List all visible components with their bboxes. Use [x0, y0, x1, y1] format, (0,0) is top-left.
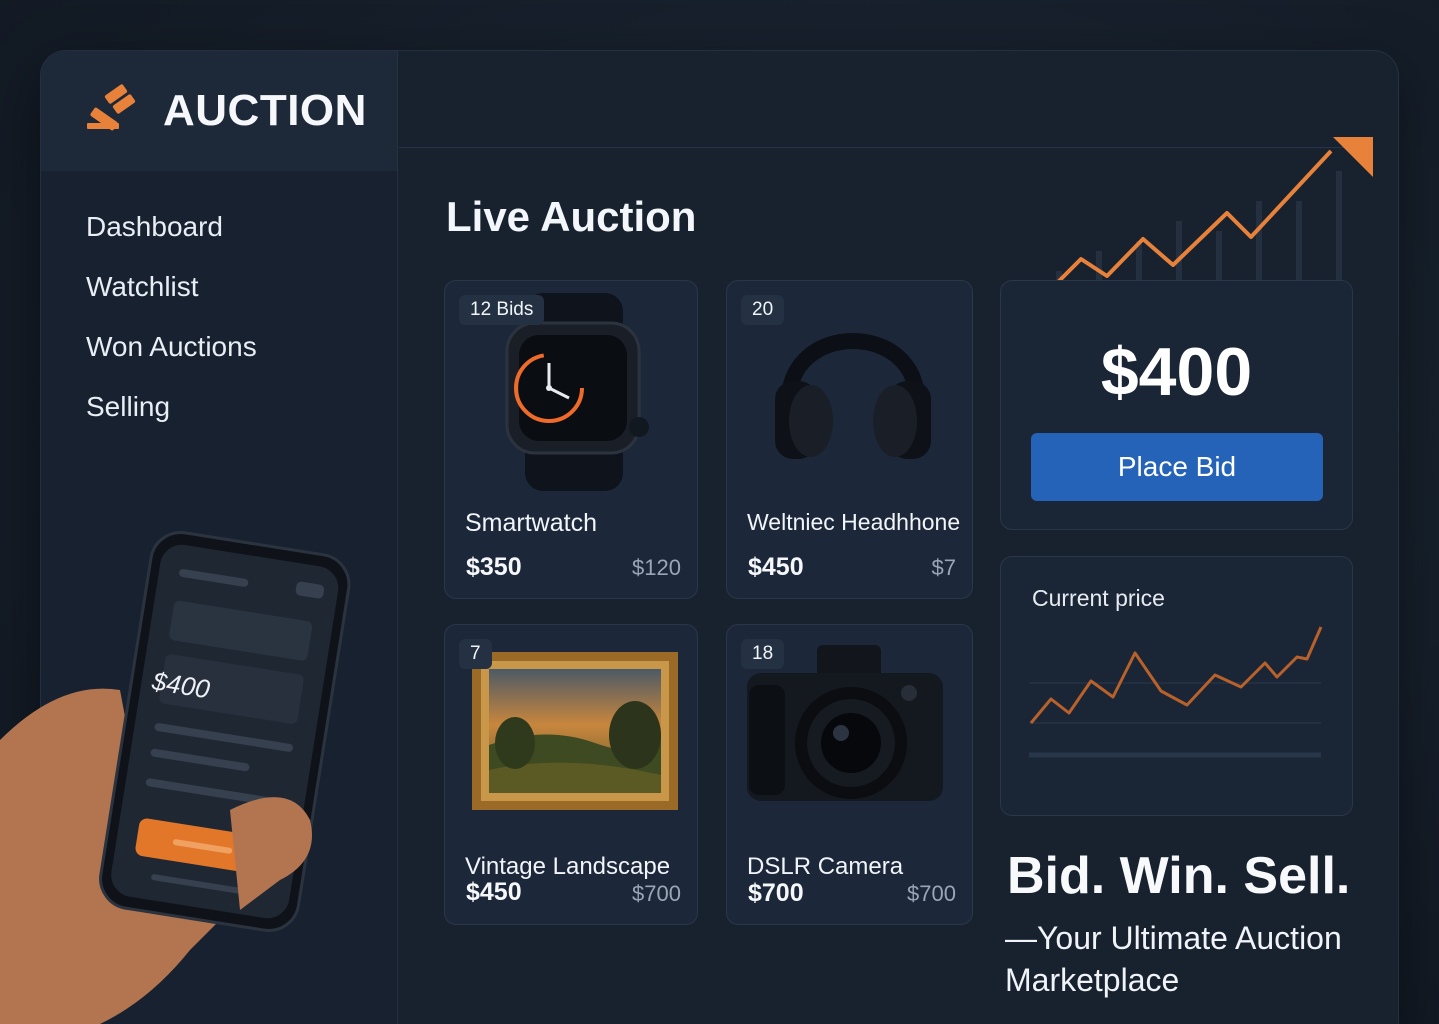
sidebar-item-watchlist[interactable]: Watchlist: [86, 267, 397, 327]
bid-count-badge: 7: [459, 639, 492, 669]
tagline-headline: Bid. Win. Sell.: [1007, 847, 1351, 905]
sidebar-item-won-auctions[interactable]: Won Auctions: [86, 327, 397, 387]
item-price: $700: [748, 879, 804, 907]
sidebar-item-dashboard[interactable]: Dashboard: [86, 207, 397, 267]
place-bid-button[interactable]: Place Bid: [1031, 433, 1323, 501]
current-price-label: Current price: [1032, 585, 1165, 611]
item-price: $450: [748, 553, 804, 581]
bid-count-badge: 12 Bids: [459, 295, 545, 325]
gavel-icon: [85, 83, 147, 140]
main-content: Live Auction 12 Bids Smartwatch $350 $12…: [399, 51, 1398, 1024]
item-price: $350: [466, 553, 522, 581]
page-title: Live Auction: [446, 193, 697, 240]
brand-name: AUCTION: [163, 86, 367, 135]
bid-count-badge: 20: [741, 295, 785, 325]
price-line-chart: [1029, 617, 1325, 792]
item-secondary-price: $7: [931, 555, 956, 580]
phone-illustration: $400: [0, 530, 360, 1024]
item-price: $450: [466, 878, 522, 906]
item-name: DSLR Camera: [747, 853, 904, 880]
tagline-subline: —Your Ultimate Auction Marketplace: [1005, 920, 1342, 998]
item-secondary-price: $700: [632, 881, 681, 906]
sidebar-item-selling[interactable]: Selling: [86, 387, 397, 447]
sidebar-nav: Dashboard Watchlist Won Auctions Selling: [41, 171, 397, 447]
item-name: Weltniec Headhhone: [747, 509, 961, 535]
auction-card-camera[interactable]: 18 DSLR Camera $700 $700: [726, 624, 973, 925]
auction-card-smartwatch[interactable]: 12 Bids Smartwatch $350 $120: [444, 280, 698, 599]
bid-panel: $400 Place Bid: [1000, 280, 1353, 530]
current-price-panel: Current price: [1000, 556, 1353, 816]
auction-card-headphones[interactable]: 20 Weltniec Headhhone $450 $7: [726, 280, 973, 599]
auction-card-painting[interactable]: 7 Vintage Landscape $450 $700: [444, 624, 698, 925]
bid-count-badge: 18: [741, 639, 785, 669]
item-secondary-price: $700: [907, 881, 956, 906]
item-secondary-price: $120: [632, 555, 681, 580]
item-name: Smartwatch: [465, 509, 597, 537]
brand[interactable]: AUCTION: [41, 51, 397, 171]
item-name: Vintage Landscape: [465, 853, 671, 880]
current-bid-amount: $400: [1100, 334, 1253, 410]
